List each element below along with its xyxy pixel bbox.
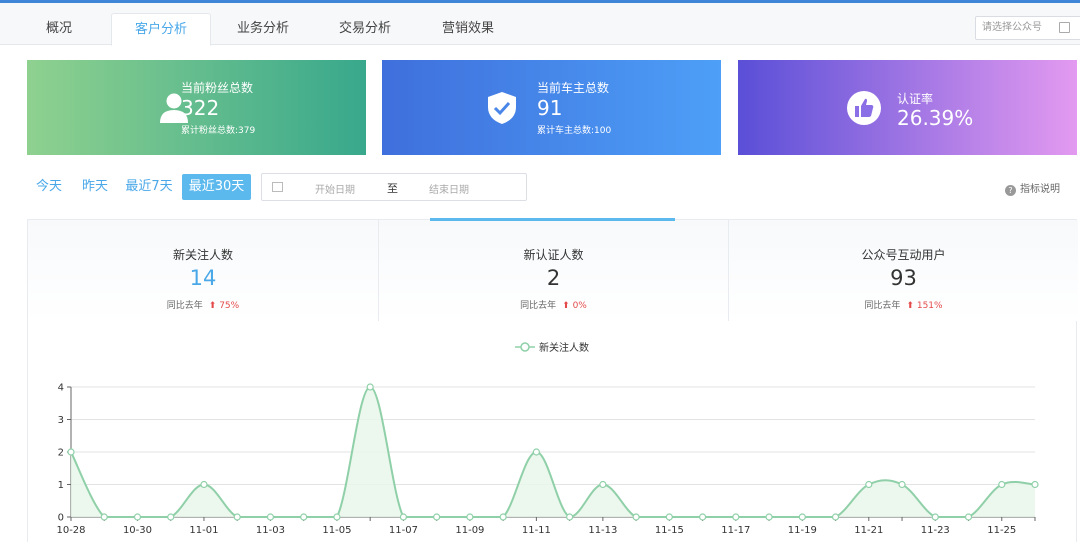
question-icon: ?	[1005, 185, 1016, 196]
certification-rate-card: 认证率 26.39%	[738, 60, 1077, 155]
compare-label: 同比去年	[864, 301, 901, 311]
tab-bar: 概况 客户分析 业务分析 交易分析 营销效果 请选择公众号	[0, 3, 1080, 46]
tab-customer-analysis[interactable]: 客户分析	[111, 13, 211, 46]
stat-label: 新认证人数	[523, 248, 584, 262]
stat-new-follows[interactable]: 新关注人数 14 同比去年 ⬆ 75%	[28, 220, 378, 321]
fans-total-card: 当前粉丝总数 322 累计粉丝总数:379	[27, 60, 366, 155]
owners-total-card: 当前车主总数 91 累计车主总数:100	[382, 60, 721, 155]
tab-trade-analysis[interactable]: 交易分析	[330, 13, 400, 46]
change-value: 0%	[572, 301, 587, 311]
stat-value: 93	[890, 266, 917, 290]
date-separator: 至	[387, 182, 398, 195]
calendar-icon	[1059, 22, 1070, 33]
stat-compare: 同比去年 ⬆ 151%	[729, 298, 1078, 311]
thumbs-up-icon	[847, 91, 881, 125]
change-value: 75%	[219, 301, 240, 311]
fans-cumulative: 累计粉丝总数:379	[181, 126, 256, 136]
stat-value: 14	[189, 266, 217, 290]
tab-business-analysis[interactable]: 业务分析	[228, 13, 298, 46]
account-select[interactable]: 请选择公众号	[975, 16, 1080, 40]
stats-panel: 新关注人数 14 同比去年 ⬆ 75% 新认证人数 2 同比去年 ⬆ 0% 公众号互…	[27, 218, 1078, 542]
up-arrow-icon: ⬆	[208, 301, 217, 311]
end-date-input[interactable]: 结束日期	[429, 181, 469, 196]
compare-label: 同比去年	[166, 301, 203, 311]
compare-label: 同比去年	[520, 301, 557, 311]
fans-total-label: 当前粉丝总数	[181, 81, 254, 95]
stat-label: 新关注人数	[172, 248, 233, 262]
tab-marketing-effect[interactable]: 营销效果	[433, 13, 503, 46]
start-date-input[interactable]: 开始日期	[315, 181, 355, 196]
calendar-icon	[272, 182, 283, 192]
metric-help-label: 指标说明	[1020, 184, 1060, 195]
range-7days-button[interactable]: 最近7天	[125, 174, 173, 200]
stat-compare: 同比去年 ⬆ 75%	[28, 298, 378, 311]
stat-value: 2	[546, 266, 561, 290]
owners-total-value: 91	[537, 96, 563, 120]
active-stat-indicator	[430, 218, 675, 221]
owners-total-label: 当前车主总数	[537, 81, 610, 95]
stats-row: 新关注人数 14 同比去年 ⬆ 75% 新认证人数 2 同比去年 ⬆ 0% 公众号互…	[28, 220, 1078, 321]
range-yesterday-button[interactable]: 昨天	[80, 174, 110, 200]
date-range-picker[interactable]: 开始日期 至 结束日期	[261, 173, 527, 201]
fans-total-value: 322	[181, 96, 220, 120]
up-arrow-icon: ⬆	[562, 301, 570, 311]
owners-cumulative: 累计车主总数:100	[537, 126, 612, 136]
stat-compare: 同比去年 ⬆ 0%	[379, 298, 728, 311]
metric-help-link[interactable]: ? 指标说明	[1005, 180, 1060, 196]
stat-label: 公众号互动用户	[861, 248, 946, 262]
shield-check-icon	[488, 92, 516, 124]
stat-new-certified[interactable]: 新认证人数 2 同比去年 ⬆ 0%	[378, 220, 728, 321]
stat-interactive-users[interactable]: 公众号互动用户 93 同比去年 ⬆ 151%	[728, 220, 1078, 321]
certification-rate-value: 26.39%	[897, 106, 974, 130]
change-value: 151%	[916, 301, 943, 311]
tab-overview[interactable]: 概况	[26, 13, 92, 46]
range-today-button[interactable]: 今天	[34, 174, 64, 200]
up-arrow-icon: ⬆	[906, 301, 914, 311]
range-30days-button[interactable]: 最近30天	[182, 174, 251, 200]
certification-rate-label: 认证率	[897, 92, 934, 106]
account-select-placeholder: 请选择公众号	[982, 22, 1042, 33]
